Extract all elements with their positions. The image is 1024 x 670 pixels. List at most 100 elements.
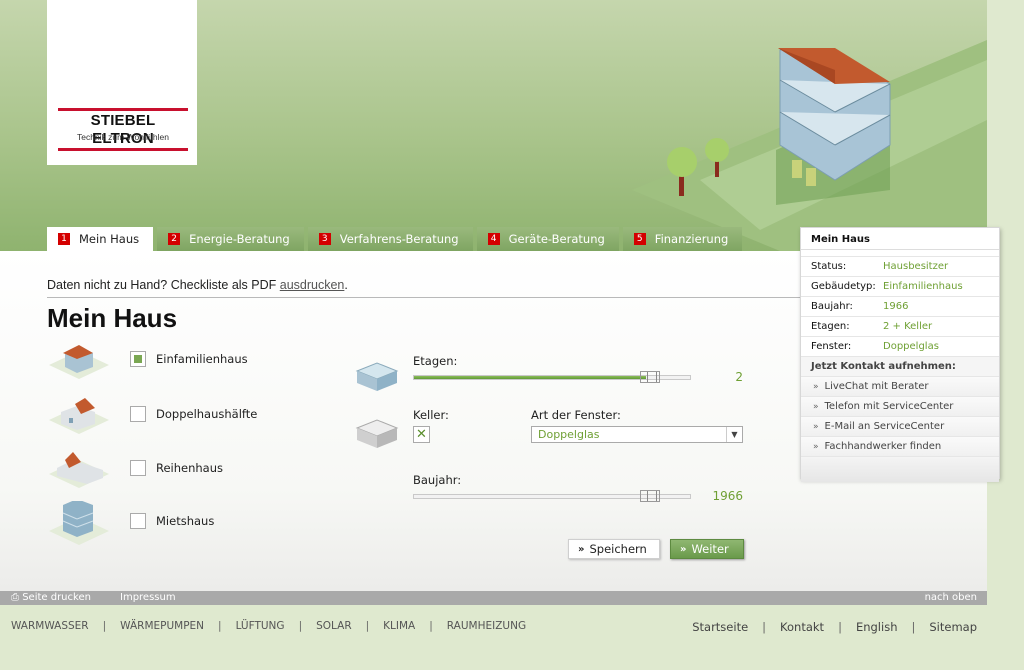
step-number-badge: 4 [487, 233, 500, 245]
email-servicecenter-link[interactable]: » E-Mail an ServiceCenter [801, 416, 999, 436]
page-title: Mein Haus [47, 303, 178, 333]
checkbox-mietshaus[interactable] [130, 513, 146, 529]
summary-key: Status: [811, 261, 847, 272]
impressum-link[interactable]: Impressum [120, 592, 176, 603]
link-label: E-Mail an ServiceCenter [824, 421, 945, 432]
nav-warmwasser[interactable]: WARMWASSER [11, 620, 89, 632]
nav-english[interactable]: English [856, 620, 898, 634]
option-label: Doppelhaushälfte [156, 407, 258, 421]
etagen-slider[interactable] [413, 371, 691, 383]
summary-key: Fenster: [811, 341, 852, 352]
summary-row-baujahr: Baujahr: 1966 [801, 296, 999, 316]
checkbox-doppelhaushaelfte[interactable] [130, 406, 146, 422]
meta-nav: Startseite | Kontakt | English | Sitemap [692, 620, 977, 634]
next-button-label: Weiter [691, 542, 729, 556]
tab-finanzierung[interactable]: 5 Finanzierung [622, 227, 743, 251]
link-label: Fachhandwerker finden [824, 441, 942, 452]
fenster-select[interactable]: Doppelglas ▼ [531, 426, 743, 443]
print-checklist-link[interactable]: ausdrucken [280, 278, 345, 292]
summary-value: Einfamilienhaus [883, 281, 963, 292]
livechat-link[interactable]: » LiveChat mit Berater [801, 376, 999, 396]
etagen-slider-handle[interactable] [639, 371, 660, 383]
tab-label: Finanzierung [654, 232, 729, 246]
hint-text: Daten nicht zu Hand? Checkliste als PDF [47, 278, 280, 292]
summary-panel: Mein Haus Status: Hausbesitzer Gebäudetyp… [800, 227, 1000, 482]
baujahr-label: Baujahr: [413, 473, 462, 487]
summary-value: 2 + Keller [883, 321, 933, 332]
semi-detached-house-icon [49, 398, 109, 434]
print-page-link[interactable]: ⎙ Seite drucken [11, 592, 91, 603]
option-label: Reihenhaus [156, 461, 224, 475]
tab-mein-haus[interactable]: 1 Mein Haus [47, 227, 154, 251]
fenster-label: Art der Fenster: [531, 408, 621, 422]
nav-lueftung[interactable]: LÜFTUNG [236, 620, 285, 632]
option-label: Einfamilienhaus [156, 352, 248, 366]
apartment-building-icon [49, 501, 109, 545]
option-label: Mietshaus [156, 514, 215, 528]
checkbox-einfamilienhaus[interactable] [130, 351, 146, 367]
fenster-selected-value: Doppelglas [538, 428, 600, 441]
terraced-house-icon [49, 452, 109, 488]
utility-bar: ⎙ Seite drucken Impressum nach oben [0, 591, 987, 605]
nav-solar[interactable]: SOLAR [316, 620, 352, 632]
baujahr-value: 1966 [712, 489, 743, 503]
keller-checkbox[interactable]: ✕ [413, 426, 430, 443]
product-nav: WARMWASSER | WÄRMEPUMPEN | LÜFTUNG | SOLAR |… [11, 620, 527, 632]
nav-kontakt[interactable]: Kontakt [780, 620, 824, 634]
link-label: LiveChat mit Berater [824, 381, 929, 392]
summary-row-fenster: Fenster: Doppelglas [801, 336, 999, 356]
checkbox-reihenhaus[interactable] [130, 460, 146, 476]
nav-sitemap[interactable]: Sitemap [929, 620, 977, 634]
keller-label: Keller: [413, 408, 449, 422]
house-option-mietshaus[interactable]: Mietshaus [47, 501, 307, 545]
print-page-label: Seite drucken [22, 592, 91, 603]
floor-icon [355, 362, 399, 391]
header-banner: STIEBEL ELTRON Technik zum Wohlfühlen [0, 0, 987, 251]
tab-energie-beratung[interactable]: 2 Energie-Beratung [157, 227, 304, 251]
find-installer-link[interactable]: » Fachhandwerker finden [801, 436, 999, 456]
printer-icon: ⎙ [11, 592, 23, 603]
etagen-label: Etagen: [413, 354, 458, 368]
tab-verfahrens-beratung[interactable]: 3 Verfahrens-Beratung [307, 227, 473, 251]
step-number-badge: 3 [318, 233, 331, 245]
brand-logo[interactable]: STIEBEL ELTRON [58, 108, 188, 151]
next-button[interactable]: » Weiter [670, 539, 744, 559]
contact-heading: Jetzt Kontakt aufnehmen: [801, 356, 999, 376]
summary-key: Baujahr: [811, 301, 853, 312]
house-option-einfamilienhaus[interactable]: Einfamilienhaus [47, 339, 307, 383]
etagen-slider-fill [414, 376, 646, 379]
summary-value: Doppelglas [883, 341, 939, 352]
link-label: Telefon mit ServiceCenter [824, 401, 954, 412]
tab-label: Mein Haus [79, 232, 140, 246]
save-button-label: Speichern [589, 542, 647, 556]
double-chevron-right-icon: » [680, 543, 687, 555]
summary-row-etagen: Etagen: 2 + Keller [801, 316, 999, 336]
double-chevron-right-icon: » [813, 381, 819, 392]
nav-raumheizung[interactable]: RAUMHEIZUNG [447, 620, 526, 632]
chevron-down-icon[interactable]: ▼ [726, 427, 742, 442]
baujahr-slider-handle[interactable] [639, 490, 660, 502]
phone-servicecenter-link[interactable]: » Telefon mit ServiceCenter [801, 396, 999, 416]
nav-klima[interactable]: KLIMA [383, 620, 415, 632]
back-to-top-link[interactable]: nach oben [925, 592, 977, 603]
panel-footer [801, 456, 999, 482]
detached-house-icon [49, 345, 109, 379]
summary-key: Etagen: [811, 321, 850, 332]
save-button[interactable]: » Speichern [568, 539, 660, 559]
checklist-hint: Daten nicht zu Hand? Checkliste als PDF … [47, 278, 348, 292]
nav-waermepumpen[interactable]: WÄRMEPUMPEN [120, 620, 204, 632]
nav-startseite[interactable]: Startseite [692, 620, 748, 634]
summary-title: Mein Haus [801, 228, 999, 250]
double-chevron-right-icon: » [813, 401, 819, 412]
baujahr-slider[interactable] [413, 490, 691, 502]
step-number-badge: 5 [633, 233, 646, 245]
hint-suffix: . [344, 278, 348, 292]
house-option-reihenhaus[interactable]: Reihenhaus [47, 448, 307, 492]
step-tabs: 1 Mein Haus 2 Energie-Beratung 3 Verfahrens… [47, 227, 746, 251]
summary-row-gebaeudetyp: Gebäudetyp: Einfamilienhaus [801, 276, 999, 296]
summary-value: Hausbesitzer [883, 261, 949, 272]
brand-tagline: Technik zum Wohlfühlen [77, 132, 169, 142]
house-option-doppelhaushaelfte[interactable]: Doppelhaushälfte [47, 394, 307, 438]
tab-geraete-beratung[interactable]: 4 Geräte-Beratung [476, 227, 619, 251]
etagen-value: 2 [735, 370, 743, 384]
